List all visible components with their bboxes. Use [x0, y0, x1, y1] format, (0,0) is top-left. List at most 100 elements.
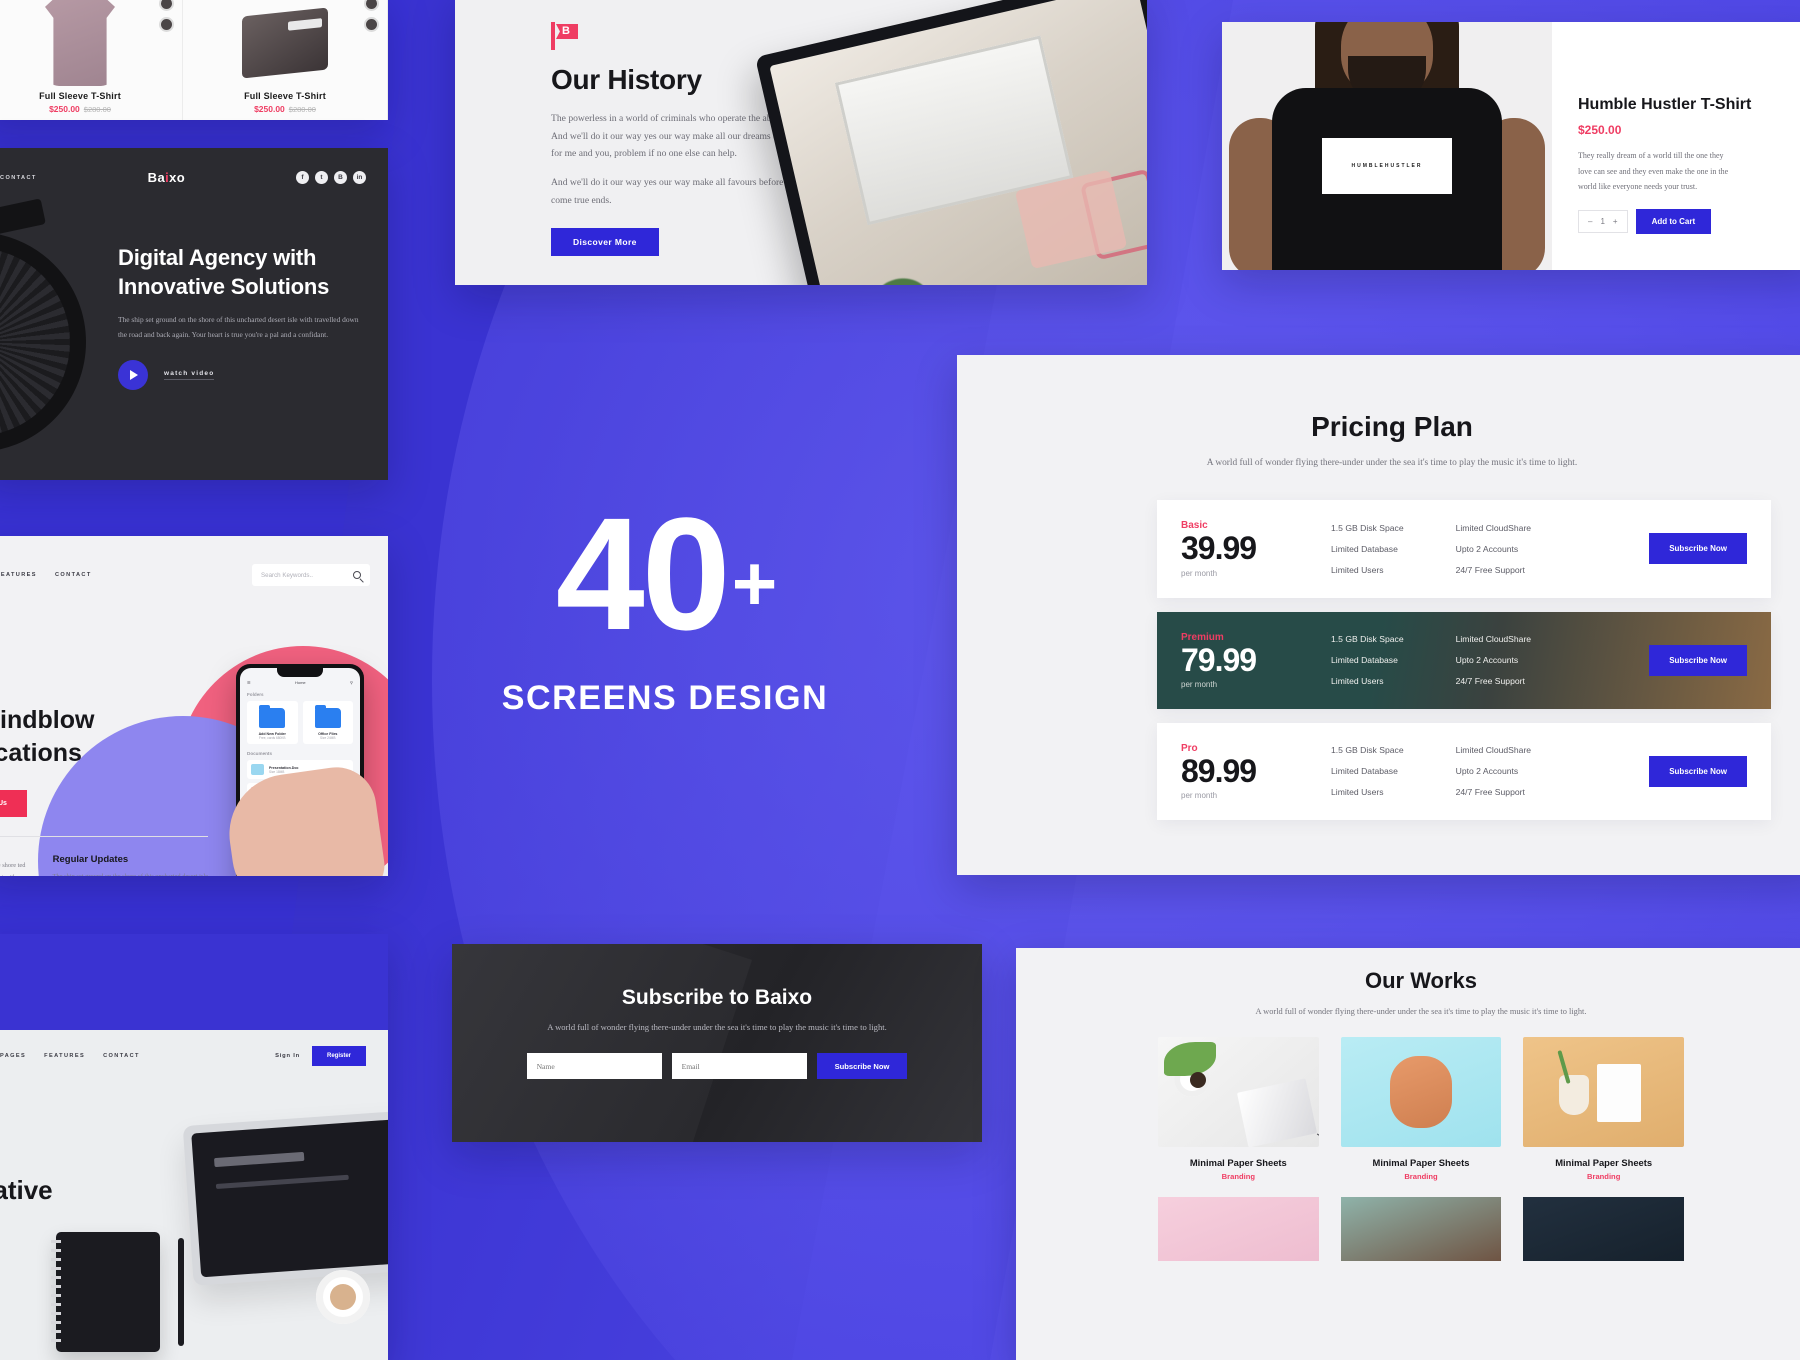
tshirt-print-text: HUMBLEHUSTLER — [1351, 163, 1423, 169]
plan-amount: 89.99 — [1181, 752, 1257, 789]
creative-menu-pages[interactable]: PAGES — [0, 1053, 26, 1059]
hero-count: 40 + — [556, 493, 778, 653]
behance-icon[interactable]: B — [334, 171, 347, 184]
feature-title: Regular Updates — [52, 854, 129, 865]
twitter-icon[interactable]: t — [315, 171, 328, 184]
play-icon[interactable] — [118, 360, 148, 391]
subscribe-content: Subscribe to Baixo A world full of wonde… — [452, 944, 982, 1080]
phone-title: Home — [294, 680, 306, 685]
plan-feature: Limited Users — [1331, 676, 1384, 687]
phone-section-folders: Folders — [247, 692, 264, 697]
laptop-image — [182, 1110, 388, 1286]
name-input[interactable] — [526, 1053, 662, 1080]
creative-menu-features[interactable]: FEATURES — [44, 1053, 85, 1059]
email-input[interactable] — [671, 1053, 807, 1080]
subscribe-now-button[interactable]: Subscribe Now — [1649, 644, 1747, 676]
agency-navbar: CONTACT Baixo f t B in — [0, 170, 388, 185]
color-swatch-grey[interactable] — [364, 17, 379, 32]
creative-top-band — [0, 934, 388, 1030]
search-icon[interactable] — [353, 571, 361, 579]
tablet-device — [755, 0, 1147, 285]
phone-folder-item[interactable]: Office Files Size 24MB — [302, 701, 353, 744]
subscribe-now-button[interactable]: Subscribe Now — [1649, 755, 1747, 787]
mobile-menu-features[interactable]: FEATURES — [0, 572, 37, 578]
subscribe-now-button[interactable]: Subscribe Now — [816, 1053, 908, 1080]
poster-stage: Full Sleeve T-Shirt $250.00 $280.00 Full … — [0, 0, 1800, 1360]
agency-social-links[interactable]: f t B in — [296, 171, 366, 184]
history-paragraph-2: And we'll do it our way yes our way make… — [551, 177, 814, 206]
plan-amount: 79.99 — [1181, 641, 1257, 678]
plan-feature: Limited Database — [1331, 543, 1398, 554]
phone-folder-list: Add New Folder Free, cards 680KB Office … — [247, 701, 353, 744]
creative-services-panel: PAGES FEATURES CONTACT Sign In Register … — [0, 934, 388, 1360]
work-tag: Branding — [1404, 1172, 1438, 1182]
plan-period: per month — [1181, 790, 1218, 800]
subscribe-form: Subscribe Now — [452, 1053, 982, 1080]
work-card[interactable]: Minimal Paper Sheets Branding — [1340, 1037, 1502, 1182]
color-swatch-grey[interactable] — [159, 17, 174, 32]
color-swatch-dark[interactable] — [159, 0, 174, 11]
agency-menu-contact[interactable]: CONTACT — [0, 175, 37, 181]
product-old-price: $280.00 — [288, 105, 316, 114]
subscribe-panel: Subscribe to Baixo A world full of wonde… — [452, 944, 982, 1142]
plan-feature: Limited CloudShare — [1455, 634, 1532, 645]
phone-folder-item[interactable]: Add New Folder Free, cards 680KB — [247, 701, 298, 744]
document-icon — [251, 764, 264, 775]
plan-feature: 24/7 Free Support — [1455, 564, 1525, 575]
agency-menu[interactable]: CONTACT — [0, 175, 37, 181]
phone-topbar: ☰ Home ⚲ — [247, 680, 353, 685]
color-swatches[interactable] — [364, 0, 379, 32]
agency-heading: Digital Agency with Innovative Solutions — [118, 244, 368, 301]
work-thumbnail[interactable] — [1523, 1197, 1684, 1262]
product-prices: $250.00 $280.00 — [183, 104, 387, 114]
mobile-heading: le mindblow pplications — [0, 704, 200, 770]
facebook-icon[interactable]: f — [296, 171, 309, 184]
product-prices: $250.00 $280.00 — [0, 104, 182, 114]
phone-section-documents: Documents — [247, 751, 273, 756]
work-name: Minimal Paper Sheets — [1372, 1157, 1470, 1169]
agency-logo[interactable]: Baixo — [148, 170, 185, 185]
register-button[interactable]: Register — [311, 1046, 366, 1066]
agency-logo-b: xo — [169, 170, 186, 185]
phone-folder-sub: Size 24MB — [320, 736, 336, 740]
work-thumbnail[interactable] — [1158, 1197, 1319, 1262]
color-swatch-dark[interactable] — [364, 0, 379, 11]
product-card[interactable]: Full Sleeve T-Shirt $250.00 $280.00 — [183, 0, 388, 120]
quantity-minus[interactable]: – — [1588, 217, 1592, 226]
work-tag: Branding — [1587, 1172, 1621, 1182]
work-thumbnail[interactable] — [1340, 1197, 1502, 1262]
agency-cta[interactable]: watch video — [118, 360, 368, 391]
mobile-menu[interactable]: FEATURES CONTACT — [0, 572, 92, 578]
discover-more-button[interactable]: Discover More — [551, 227, 659, 256]
phone-folder-sub: Free, cards 680KB — [258, 736, 286, 740]
mobile-menu-contact[interactable]: CONTACT — [55, 572, 92, 578]
phone-menu-icon[interactable]: ☰ — [247, 680, 251, 685]
subscribe-now-button[interactable]: Subscribe Now — [1649, 533, 1747, 565]
tshirt-photo: HUMBLEHUSTLER — [1222, 22, 1552, 270]
phone-doc-name: Presentation.Doc — [269, 765, 299, 770]
creative-nav-actions: Sign In Register — [275, 1046, 366, 1066]
sign-in-link[interactable]: Sign In — [275, 1053, 300, 1059]
works-title: Our Works — [1364, 968, 1478, 993]
creative-menu[interactable]: PAGES FEATURES CONTACT — [0, 1053, 140, 1059]
work-card[interactable]: Minimal Paper Sheets Branding — [1158, 1037, 1319, 1181]
color-swatches[interactable] — [159, 0, 174, 32]
quantity-plus[interactable]: + — [1613, 217, 1618, 226]
quantity-stepper[interactable]: – 1 + — [1578, 209, 1628, 233]
search-input[interactable]: Search Keywords.. — [252, 564, 370, 586]
work-card[interactable]: Minimal Paper Sheets Branding — [1523, 1037, 1684, 1181]
pricing-row: Pro 89.99 per month 1.5 GB Disk Space Li… — [1157, 722, 1771, 820]
add-to-cart-button[interactable]: Add to Cart — [1635, 208, 1712, 234]
product-card[interactable]: Full Sleeve T-Shirt $250.00 $280.00 — [0, 0, 183, 120]
divider — [0, 836, 208, 837]
plan-features: 1.5 GB Disk Space Limited Database Limit… — [1331, 745, 1649, 797]
flag-logo-icon: B — [551, 22, 581, 50]
agency-heading-line1: Digital Agency with — [118, 245, 317, 270]
phone-search-icon[interactable]: ⚲ — [350, 680, 353, 685]
watch-video-link[interactable]: watch video — [164, 370, 215, 381]
linkedin-icon[interactable]: in — [353, 171, 366, 184]
product-name: Full Sleeve T-Shirt — [39, 91, 121, 101]
creative-menu-contact[interactable]: CONTACT — [103, 1053, 140, 1059]
contact-us-button[interactable]: Contact Us — [0, 790, 27, 817]
product-cards-panel: Full Sleeve T-Shirt $250.00 $280.00 Full … — [0, 0, 388, 120]
